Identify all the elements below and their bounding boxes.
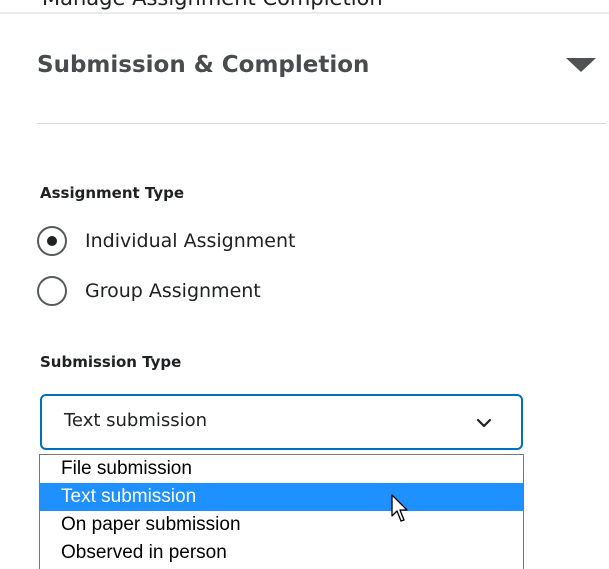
radio-label-group: Group Assignment [85,280,261,302]
section-collapse-toggle[interactable] [564,54,608,78]
option-observed-in-person[interactable]: Observed in person [40,539,523,567]
radio-individual-assignment[interactable]: Individual Assignment [37,224,295,258]
assignment-editor-panel: Manage Assignment Completion Submission … [0,0,609,569]
option-file-submission[interactable]: File submission [40,455,523,483]
radio-label-individual: Individual Assignment [85,230,296,252]
previous-section-title: Manage Assignment Completion [42,0,383,10]
radio-button-unchecked[interactable] [37,276,67,306]
radio-dot [47,236,57,246]
option-on-paper-submission[interactable]: On paper submission [40,511,523,539]
radio-group-assignment[interactable]: Group Assignment [37,274,261,308]
assignment-type-label: Assignment Type [40,184,185,202]
caret-down-icon [566,58,596,72]
section-title: Submission & Completion [37,52,370,78]
submission-type-options-list: File submission Text submission On paper… [39,454,524,569]
top-divider [0,12,609,14]
submission-type-label: Submission Type [40,353,182,371]
submission-type-select[interactable]: Text submission [40,394,523,450]
chevron-down-icon [476,417,492,429]
radio-button-checked[interactable] [37,226,67,256]
option-text-submission[interactable]: Text submission [40,483,523,511]
section-divider [37,123,606,124]
submission-type-selected-value: Text submission [64,410,208,431]
